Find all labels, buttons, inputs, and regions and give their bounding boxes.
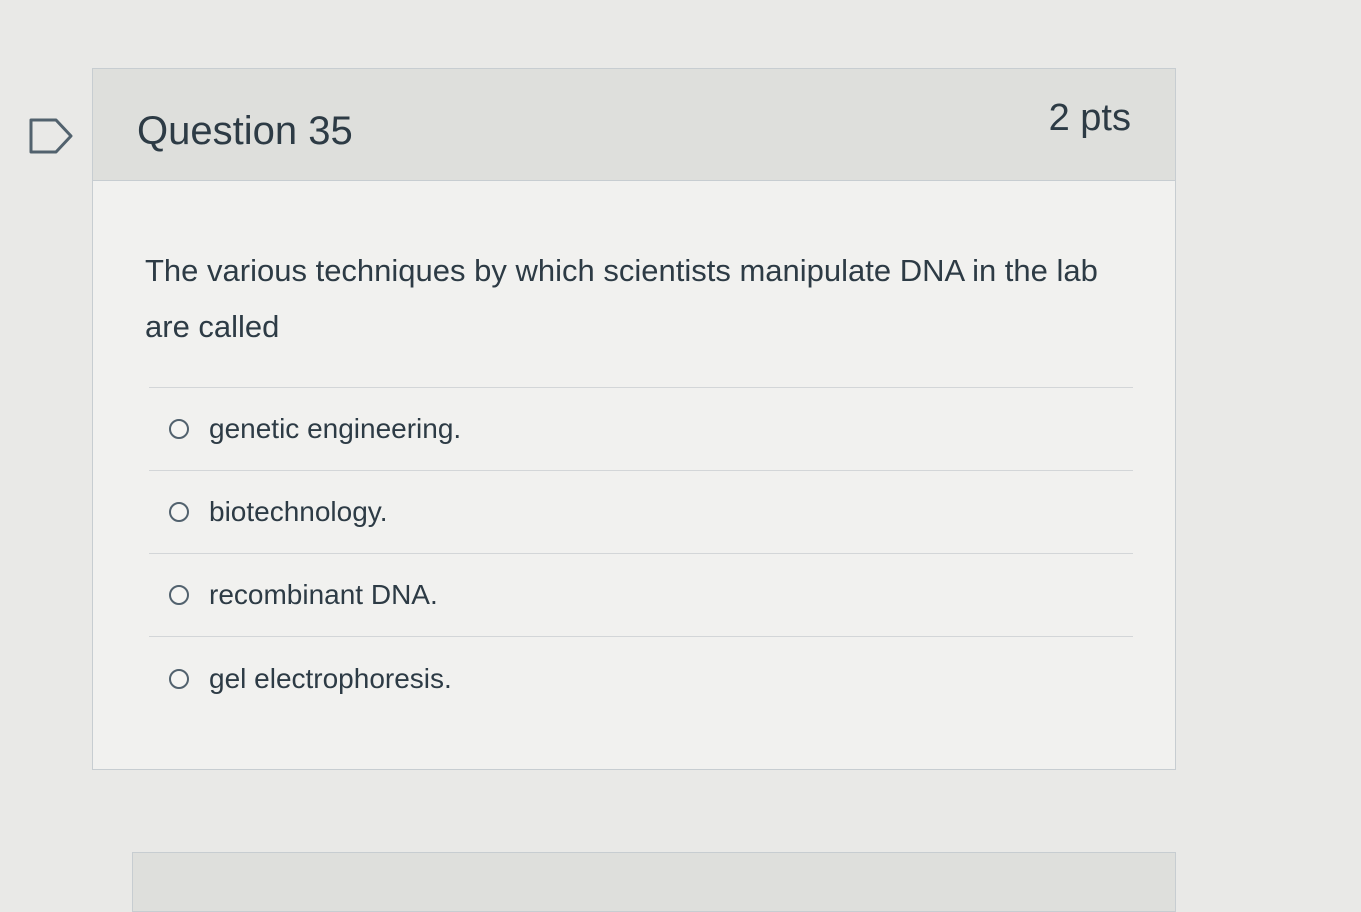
answer-label[interactable]: recombinant DNA.: [209, 579, 438, 611]
answer-label[interactable]: biotechnology.: [209, 496, 388, 528]
question-card: Question 35 2 pts The various techniques…: [92, 68, 1176, 770]
radio-button[interactable]: [169, 419, 189, 439]
answer-label[interactable]: genetic engineering.: [209, 413, 461, 445]
radio-button[interactable]: [169, 502, 189, 522]
answer-label[interactable]: gel electrophoresis.: [209, 663, 452, 695]
answer-list: genetic engineering. biotechnology. reco…: [149, 387, 1133, 720]
question-text: The various techniques by which scientis…: [145, 253, 1098, 344]
answer-option[interactable]: recombinant DNA.: [149, 554, 1133, 637]
question-header: Question 35 2 pts: [93, 69, 1175, 181]
radio-button[interactable]: [169, 585, 189, 605]
flag-question-icon[interactable]: [28, 116, 76, 156]
answer-option[interactable]: biotechnology.: [149, 471, 1133, 554]
radio-button[interactable]: [169, 668, 189, 689]
answer-option[interactable]: genetic engineering.: [149, 388, 1133, 471]
question-points: 2 pts: [1048, 97, 1131, 139]
next-question-card: [132, 852, 1176, 912]
answer-option[interactable]: gel electrophoresis.: [149, 637, 1133, 720]
question-title: Question 35: [137, 109, 353, 153]
